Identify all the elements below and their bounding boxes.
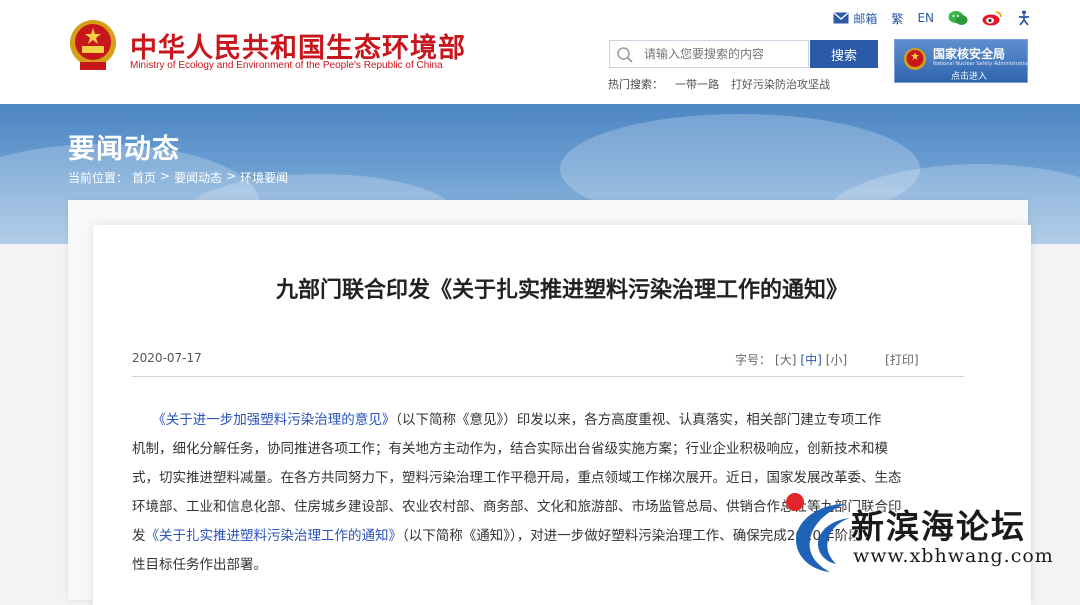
search-box xyxy=(609,40,809,68)
font-size-large-button[interactable]: [大] xyxy=(775,351,796,368)
watermark-url: www.xbhwang.com xyxy=(853,545,1054,567)
nsa-name-cn: 国家核安全局 xyxy=(933,47,1006,61)
hot-search-label: 热门搜索： xyxy=(608,78,663,91)
print-button[interactable]: [打印] xyxy=(885,351,918,368)
font-size-small-button[interactable]: [小] xyxy=(826,351,847,368)
watermark-logo-icon xyxy=(796,504,850,572)
watermark-name: 新滨海论坛 xyxy=(851,507,1026,546)
hot-search-item[interactable]: 一带一路 xyxy=(675,76,719,92)
body-text: 发 xyxy=(132,528,146,544)
search-button[interactable]: 搜索 xyxy=(810,40,878,68)
article-tools: 字号： [大] [中] [小] [打印] xyxy=(735,351,919,368)
accessibility-icon xyxy=(1019,10,1029,26)
font-size-medium-button[interactable]: [中] xyxy=(800,351,821,368)
body-text: （以下简称《意见》）印发以来，各方高度重视、认真落实，相关部门建立专项工作 xyxy=(395,412,882,428)
breadcrumb-separator: > xyxy=(160,169,171,183)
divider xyxy=(132,376,964,377)
opinion-doc-link[interactable]: 《关于进一步加强塑料污染治理的意见》 xyxy=(159,412,395,428)
search-icon xyxy=(617,47,633,63)
mail-link[interactable]: 邮箱 xyxy=(833,10,877,27)
breadcrumb-item-home[interactable]: 首页 xyxy=(132,169,156,186)
article-title: 九部门联合印发《关于扎实推进塑料污染治理工作的通知》 xyxy=(275,278,848,303)
wechat-icon xyxy=(948,11,968,25)
english-link[interactable]: EN xyxy=(917,11,934,25)
weibo-link[interactable] xyxy=(982,10,1002,26)
breadcrumb-item-news[interactable]: 要闻动态 xyxy=(174,169,222,186)
mail-icon xyxy=(833,12,849,24)
nsa-banner-link[interactable]: 国家核安全局 National Nuclear Safety Administr… xyxy=(894,39,1031,83)
font-size-label: 字号： xyxy=(735,353,772,367)
accessibility-link[interactable] xyxy=(1016,10,1032,26)
section-title: 要闻动态 xyxy=(68,134,180,165)
nsa-name-en: National Nuclear Safety Administration xyxy=(933,61,1031,67)
traditional-chinese-link[interactable]: 繁 xyxy=(891,10,903,27)
body-line: 机制，细化分解任务，协同推进各项工作；有关地方主动作为，结合实际出台省级实施方案… xyxy=(132,441,888,457)
article-date: 2020-07-17 xyxy=(132,351,202,365)
nsa-emblem-icon xyxy=(904,48,926,70)
hot-search-item[interactable]: 打好污染防治攻坚战 xyxy=(731,76,830,92)
body-line: 式，切实推进塑料减量。在各方共同努力下，塑料污染治理工作平稳开局，重点领域工作梯… xyxy=(132,470,902,486)
breadcrumb-item-env-news[interactable]: 环境要闻 xyxy=(240,169,288,186)
top-links: 邮箱 繁 EN xyxy=(833,9,1032,27)
breadcrumb-separator: > xyxy=(226,169,237,183)
national-emblem-logo[interactable] xyxy=(68,16,118,74)
body-line: 《关于进一步加强塑料污染治理的意见》（以下简称《意见》）印发以来，各方高度重视、… xyxy=(132,406,964,435)
notice-doc-link[interactable]: 《关于扎实推进塑料污染治理工作的通知》 xyxy=(146,528,403,544)
hot-search: 热门搜索： 一带一路 打好污染防治攻坚战 xyxy=(608,76,830,92)
site-name-en: Ministry of Ecology and Environment of t… xyxy=(130,60,443,71)
mail-label: 邮箱 xyxy=(853,11,878,26)
breadcrumb: 当前位置： 首页 > 要闻动态 > 环境要闻 xyxy=(68,169,288,186)
search-input[interactable] xyxy=(644,44,804,64)
nsa-enter-label: 点击进入 xyxy=(951,72,988,82)
breadcrumb-label: 当前位置： xyxy=(68,171,129,185)
weibo-icon xyxy=(982,11,1002,26)
wechat-link[interactable] xyxy=(948,10,968,26)
